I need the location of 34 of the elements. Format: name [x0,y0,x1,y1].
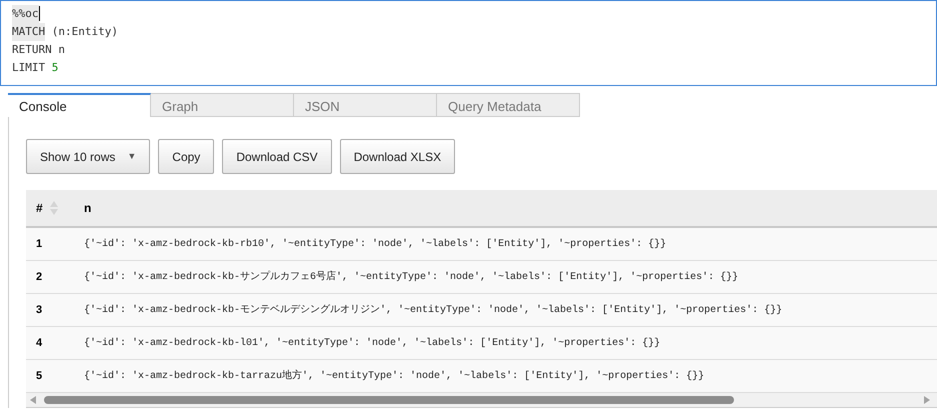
table-cell-text: 5 [35,368,44,384]
text-cursor [38,6,40,21]
tab[interactable]: Query Metadata [437,93,580,117]
scroll-right-icon[interactable] [924,396,930,404]
code-token: LIMIT [12,60,46,76]
table-cell: {'~id': 'x-amz-bedrock-kb-サンプルカフェ6号店', '~entityType': 'node', '~labels': ['Entity'], '~properties': {}} [84,270,738,284]
sort-icon[interactable] [48,200,59,216]
toolbar-button[interactable]: Download CSV [222,139,332,174]
tab[interactable]: Console [8,93,151,117]
table-cell-text: 4 [35,336,44,351]
table-cell: {'~id': 'x-amz-bedrock-kb-tarrazu地方', '~entityType': 'node', '~labels': ['Entity'], '~properties': {}} [84,368,704,384]
caret-icon: ▼ [127,150,136,164]
table-cell-text: 2 [35,270,44,285]
column-header[interactable]: n [84,199,92,217]
scroll-left-icon[interactable] [30,396,36,404]
scrollbar-thumb[interactable] [44,396,734,404]
table-cell-text: 3 [35,302,44,318]
table-cell-text: {'~id': 'x-amz-bedrock-kb-l01', '~entityType': 'node', '~labels': ['Entity'], '~properties': {}} [84,336,660,350]
tab[interactable]: JSON [294,93,437,117]
toolbar-button[interactable]: Download XLSX [340,139,456,174]
table-cell-text: 1 [35,236,44,252]
code-token: MATCH [12,23,46,41]
table-cell-text: {'~id': 'x-amz-bedrock-kb-rb10', '~entityType': 'node', '~labels': ['Entity'], '~properties': {}} [84,238,666,252]
code-token: RETURN n [12,42,65,58]
table-cell-text: {'~id': 'x-amz-bedrock-kb-モンテベルデシングルオリジン', '~entityType': 'node', '~labels': ['Entity'], '~properties': {}} [84,303,782,318]
code-token: (n:Entity) [50,24,118,40]
tab[interactable]: Graph [151,93,294,117]
toolbar-button[interactable]: Copy [158,139,214,174]
code-token: %%oc [12,5,38,23]
column-label: # [36,200,43,217]
code-token: 5 [52,60,58,76]
code-editor[interactable]: %%oc MATCH (n:Entity) RETURN n LIMIT 5 [0,0,937,86]
horizontal-scrollbar[interactable] [26,393,937,408]
rows-dropdown[interactable]: Show 10 rows ▼ [26,139,150,174]
